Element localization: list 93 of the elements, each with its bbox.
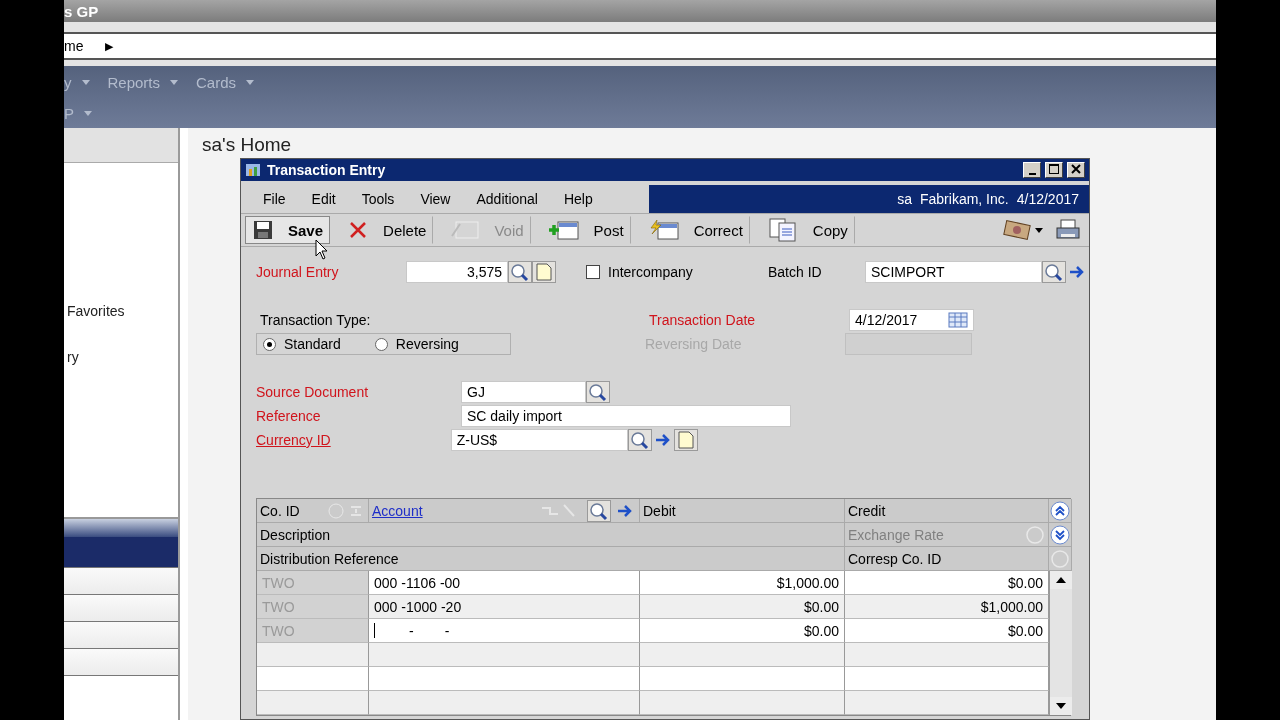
caret-icon bbox=[81, 79, 90, 85]
menu-item[interactable]: Edit bbox=[311, 191, 336, 207]
minimize-button[interactable] bbox=[1023, 162, 1041, 178]
page-title: sa's Home bbox=[201, 133, 292, 156]
table-cell[interactable]: - - bbox=[369, 619, 640, 643]
table-cell: $0.00 bbox=[845, 619, 1049, 643]
table-cell: TWO bbox=[257, 619, 369, 643]
column-header: Debit bbox=[643, 502, 676, 519]
nav-pane-button[interactable] bbox=[64, 622, 178, 649]
app-title: s GP bbox=[64, 2, 99, 20]
maximize-button[interactable] bbox=[1045, 162, 1063, 178]
column-header: Corresp Co. ID bbox=[848, 550, 942, 567]
source-document-field[interactable]: GJ bbox=[461, 381, 586, 403]
mouse-pointer-icon bbox=[315, 239, 329, 261]
correct-icon bbox=[647, 219, 680, 241]
menu-item[interactable]: Tools bbox=[361, 191, 395, 207]
table-cell: $0.00 bbox=[845, 571, 1049, 595]
radio-button[interactable] bbox=[263, 337, 276, 351]
search-icon[interactable] bbox=[627, 429, 652, 451]
field-label: Batch ID bbox=[768, 264, 823, 280]
caret-icon bbox=[84, 110, 92, 116]
search-icon[interactable] bbox=[586, 381, 610, 403]
caret-icon bbox=[170, 79, 179, 85]
batch-id-field[interactable]: SCIMPORT bbox=[865, 261, 1042, 283]
table-cell: $1,000.00 bbox=[845, 595, 1049, 619]
checkbox[interactable] bbox=[586, 265, 600, 279]
nav-pane-button[interactable] bbox=[64, 537, 178, 568]
app-icon bbox=[245, 162, 263, 178]
scrollbar[interactable] bbox=[1049, 571, 1072, 715]
radio-button[interactable] bbox=[374, 337, 388, 351]
printer-icon[interactable] bbox=[1055, 219, 1081, 241]
toolbar-button[interactable]: Post bbox=[540, 216, 631, 244]
window-title: Transaction Entry bbox=[267, 162, 387, 178]
menu-item[interactable]: File bbox=[263, 191, 286, 207]
search-icon[interactable] bbox=[508, 261, 532, 283]
field-label: Transaction Type: bbox=[259, 312, 372, 328]
search-icon[interactable] bbox=[1042, 261, 1066, 283]
sidebar-item[interactable]: Favorites bbox=[64, 303, 178, 319]
currency-id-link[interactable]: Currency ID bbox=[256, 432, 331, 448]
column-header: Credit bbox=[848, 502, 886, 519]
scroll-down-icon[interactable] bbox=[1050, 697, 1072, 715]
money-icon[interactable] bbox=[1003, 219, 1045, 241]
sidebar-item[interactable]: ry bbox=[64, 349, 178, 365]
toolbar-button[interactable]: Delete bbox=[340, 216, 434, 244]
user-name: sa bbox=[897, 191, 912, 207]
collapse-icon[interactable] bbox=[1050, 500, 1070, 521]
toolbar-button[interactable]: Copy bbox=[759, 216, 855, 244]
table-cell: $1,000.00 bbox=[640, 571, 845, 595]
table-cell: TWO bbox=[257, 571, 369, 595]
menu-item[interactable]: Help bbox=[563, 191, 593, 207]
menu-item[interactable]: Additional bbox=[476, 191, 538, 207]
currency-field[interactable]: Z-US$ bbox=[450, 429, 628, 451]
caret-icon bbox=[246, 79, 255, 85]
table-cell[interactable]: 000 -1106 -00 bbox=[369, 571, 640, 595]
journal-entry-field[interactable]: 3,575 bbox=[406, 261, 508, 283]
nav-pane-button[interactable] bbox=[64, 568, 178, 595]
column-header: Description bbox=[260, 526, 331, 543]
radio-label: Reversing bbox=[395, 336, 459, 352]
breadcrumb[interactable]: me bbox=[64, 38, 84, 54]
toolbar-button[interactable]: Correct bbox=[640, 216, 750, 244]
nav-pane-button[interactable] bbox=[64, 595, 178, 622]
field-label: Transaction Date bbox=[649, 312, 757, 328]
field-label: Reference bbox=[256, 408, 322, 424]
void-icon bbox=[450, 220, 481, 240]
table-cell[interactable]: 000 -1000 -20 bbox=[369, 595, 640, 619]
copy-icon bbox=[766, 218, 799, 242]
scroll-up-icon[interactable] bbox=[1050, 571, 1072, 589]
search-icon[interactable] bbox=[587, 499, 611, 522]
checkbox-label: Intercompany bbox=[608, 264, 694, 280]
date-field[interactable]: 4/12/2017 bbox=[849, 309, 974, 331]
toolbar-button[interactable]: Save bbox=[245, 216, 331, 244]
field-label: Source Document bbox=[256, 384, 370, 400]
column-header: Exchange Rate bbox=[848, 526, 944, 543]
radio-label: Standard bbox=[284, 336, 341, 352]
company-name: Fabrikam, Inc. bbox=[920, 191, 1009, 207]
minimize-icon bbox=[1028, 173, 1036, 175]
menu-item[interactable]: View bbox=[420, 191, 451, 207]
user-date: 4/12/2017 bbox=[1016, 191, 1079, 207]
account-link[interactable]: Account bbox=[372, 502, 423, 519]
close-button[interactable] bbox=[1067, 162, 1085, 178]
table-cell: TWO bbox=[257, 595, 369, 619]
close-icon bbox=[1069, 163, 1083, 175]
column-header: Distribution Reference bbox=[260, 550, 399, 567]
nav-pane-button[interactable] bbox=[64, 649, 178, 676]
column-header: Co. ID bbox=[260, 502, 300, 519]
breadcrumb-arrow[interactable]: ▶ bbox=[105, 39, 114, 53]
maximize-icon bbox=[1047, 163, 1061, 175]
table-cell: $0.00 bbox=[640, 595, 845, 619]
reference-field[interactable]: SC daily import bbox=[461, 405, 791, 427]
table-cell: $0.00 bbox=[640, 619, 845, 643]
note-icon[interactable] bbox=[673, 429, 698, 451]
field-label: Journal Entry bbox=[256, 264, 340, 280]
post-icon bbox=[547, 219, 580, 241]
